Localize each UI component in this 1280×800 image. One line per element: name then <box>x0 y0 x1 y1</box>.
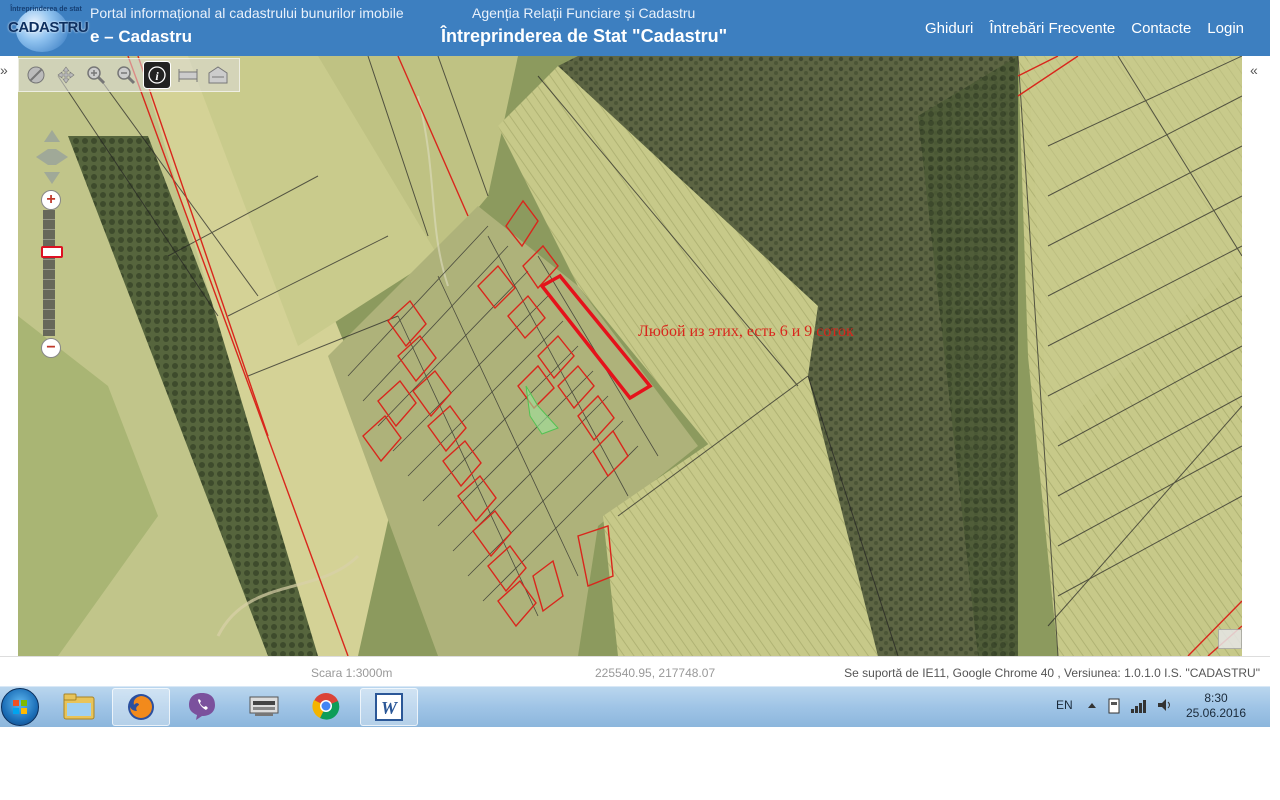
zoom-out-icon[interactable] <box>113 62 139 88</box>
top-nav: Ghiduri Întrebări Frecvente Contacte Log… <box>925 20 1244 37</box>
enterprise-name: Întreprinderea de Stat "Cadastru" <box>441 26 728 46</box>
device-tray-icon[interactable] <box>1106 695 1122 735</box>
cadastru-logo[interactable]: Întreprinderea de stat CADASTRU <box>8 2 89 54</box>
zoom-minus-button[interactable]: − <box>41 338 61 358</box>
overview-map-icon[interactable] <box>1218 629 1242 649</box>
nav-intrebari-frecvente[interactable]: Întrebări Frecvente <box>989 20 1115 37</box>
zoom-in-icon[interactable] <box>83 62 109 88</box>
start-button[interactable] <box>1 688 39 726</box>
volume-icon[interactable] <box>1156 695 1174 735</box>
measure-distance-icon[interactable] <box>175 62 201 88</box>
windows-logo-icon <box>13 700 27 714</box>
file-explorer-icon[interactable] <box>51 688 107 724</box>
word-icon[interactable]: W <box>360 688 418 726</box>
nav-login[interactable]: Login <box>1207 20 1244 37</box>
map-scale: Scara 1:3000m <box>311 666 393 680</box>
show-hidden-icons-icon[interactable] <box>1086 695 1098 735</box>
map-panel: » « Любой из этих, есть 6 и 9 соток i + … <box>0 56 1270 656</box>
clock-date: 25.06.2016 <box>1185 706 1247 720</box>
svg-text:i: i <box>155 69 159 83</box>
chrome-icon[interactable] <box>298 688 354 724</box>
select-icon[interactable] <box>23 62 49 88</box>
zoom-track[interactable] <box>43 210 55 336</box>
zoom-slider[interactable]: + − <box>40 190 63 360</box>
system-clock[interactable]: 8:30 25.06.2016 <box>1178 691 1254 721</box>
info-icon[interactable]: i <box>143 61 171 89</box>
agency-name: Agenția Relații Funciare și Cadastru <box>472 5 696 21</box>
map-canvas[interactable]: Любой из этих, есть 6 и 9 соток <box>18 56 1242 656</box>
zoom-plus-button[interactable]: + <box>41 190 61 210</box>
nav-ghiduri[interactable]: Ghiduri <box>925 20 973 37</box>
satellite-imagery: Любой из этих, есть 6 и 9 соток <box>18 56 1242 656</box>
browser-support-note: Se suportă de IE11, Google Chrome 40 , V… <box>844 666 1260 680</box>
firefox-icon[interactable] <box>112 688 170 726</box>
svg-text:W: W <box>381 698 399 718</box>
app-header: Întreprinderea de stat CADASTRU Portal i… <box>0 0 1270 56</box>
clock-time: 8:30 <box>1204 691 1228 705</box>
pan-icon[interactable] <box>53 62 79 88</box>
logo-top-text: Întreprinderea de stat <box>10 6 82 13</box>
windows-taskbar: W EN 8:30 25.06.2016 <box>0 686 1270 727</box>
map-annotation: Любой из этих, есть 6 и 9 соток <box>638 323 854 340</box>
language-indicator[interactable]: EN <box>1056 698 1073 738</box>
status-bar: Scara 1:3000m 225540.95, 217748.07 Se su… <box>0 656 1270 687</box>
viber-icon[interactable] <box>174 688 230 724</box>
network-signal-icon[interactable] <box>1130 695 1148 735</box>
expand-left-panel-icon[interactable]: » <box>0 62 8 78</box>
pan-control[interactable] <box>36 130 68 184</box>
map-toolbar: i <box>18 58 240 92</box>
nav-contacte[interactable]: Contacte <box>1131 20 1191 37</box>
site-name: e – Cadastru <box>90 27 193 46</box>
cursor-coordinates: 225540.95, 217748.07 <box>595 666 716 680</box>
measure-area-icon[interactable] <box>205 62 231 88</box>
portal-description: Portal informațional al cadastrului bunu… <box>90 5 404 21</box>
expand-right-panel-icon[interactable]: « <box>1250 62 1258 78</box>
network-app-icon[interactable] <box>236 688 292 724</box>
logo-main-text: CADASTRU <box>8 19 89 36</box>
zoom-thumb[interactable] <box>41 246 63 258</box>
